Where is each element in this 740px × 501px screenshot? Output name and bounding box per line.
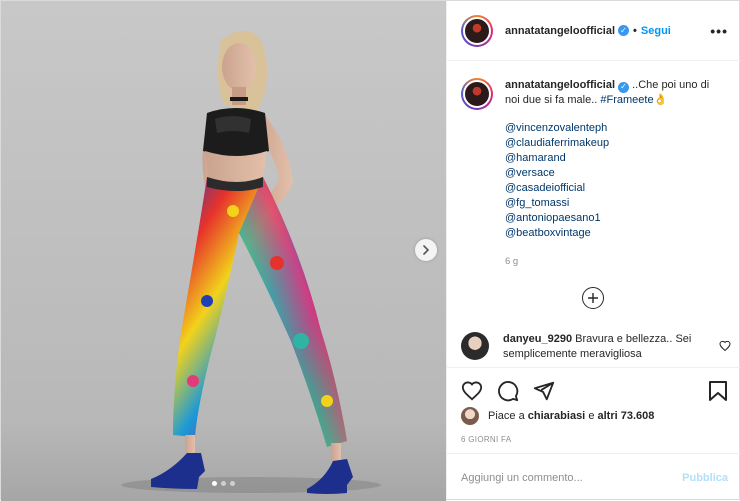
liker-avatar[interactable]	[461, 407, 479, 425]
post-header: annatatangeloofficial ✓ • Segui •••	[447, 1, 740, 61]
comments-scroll-area[interactable]: annatatangeloofficial ✓ ..Che poi uno di …	[447, 62, 740, 367]
save-button[interactable]	[708, 380, 728, 405]
likes-summary: Piace a chiarabiasi e altri 73.608	[461, 407, 654, 425]
mention-link[interactable]: @hamarand	[505, 151, 725, 166]
carousel-next-button[interactable]	[415, 239, 437, 261]
liker-username[interactable]: chiarabiasi	[528, 410, 585, 422]
chevron-right-icon	[423, 245, 430, 255]
caption-emoji: 👌	[653, 93, 668, 106]
caption: annatatangeloofficial ✓ ..Che poi uno di …	[461, 78, 731, 270]
comment-like-heart-icon[interactable]	[719, 340, 731, 352]
instagram-post: annatatangeloofficial ✓ • Segui ••• anna…	[0, 0, 740, 501]
header-separator: •	[633, 24, 637, 37]
mention-link[interactable]: @versace	[505, 166, 725, 181]
mention-link[interactable]: @fg_tomassi	[505, 196, 725, 211]
bookmark-icon	[709, 381, 727, 401]
carousel-dot	[212, 481, 217, 486]
heart-icon	[461, 381, 483, 401]
share-button[interactable]	[533, 380, 555, 402]
like-button[interactable]	[461, 380, 483, 402]
comment-bubble-icon	[498, 380, 519, 401]
mention-link[interactable]: @vincenzovalenteph	[505, 121, 725, 136]
likes-prefix: Piace a	[488, 410, 525, 422]
comment-body: danyeu_9290 Bravura e bellezza.. Sei sem…	[503, 332, 703, 362]
mention-link[interactable]: @beatboxvintage	[505, 226, 725, 241]
likes-middle: e	[588, 410, 595, 422]
post-media[interactable]	[1, 1, 446, 501]
mention-link[interactable]: @claudiaferrimakeup	[505, 136, 725, 151]
load-more-comments-button[interactable]	[582, 287, 604, 309]
verified-badge-icon: ✓	[618, 81, 630, 93]
profile-avatar[interactable]	[461, 14, 493, 47]
carousel-indicator	[1, 481, 446, 486]
mention-link[interactable]: @casadeiofficial	[505, 181, 725, 196]
verified-badge-icon: ✓	[618, 25, 630, 36]
post-date[interactable]: 6 GIORNI FA	[461, 435, 511, 444]
model-photo	[121, 30, 381, 494]
paper-plane-icon	[533, 381, 555, 400]
caption-avatar[interactable]	[461, 78, 493, 110]
post-side-panel: annatatangeloofficial ✓ • Segui ••• anna…	[446, 1, 740, 501]
header-username[interactable]: annatatangeloofficial	[505, 25, 615, 37]
comment-input[interactable]	[461, 471, 683, 484]
mention-link[interactable]: @antoniopaesano1	[505, 211, 725, 226]
likes-others-link[interactable]: altri 73.608	[598, 410, 655, 422]
avatar-image	[463, 16, 491, 45]
avatar-image	[463, 80, 491, 108]
caption-hashtag[interactable]: #Frameete	[600, 94, 653, 106]
carousel-dot	[221, 481, 226, 486]
caption-username[interactable]: annatatangeloofficial	[505, 79, 615, 91]
follow-button[interactable]: Segui	[641, 25, 671, 37]
commenter-avatar[interactable]	[461, 332, 489, 360]
caption-age[interactable]: 6 g	[505, 255, 725, 270]
comment-button[interactable]	[497, 380, 519, 402]
more-options-icon[interactable]: •••	[710, 23, 728, 39]
mention-list: @vincenzovalenteph @claudiaferrimakeup @ha…	[505, 121, 725, 241]
add-comment-bar: Pubblica	[447, 453, 740, 501]
caption-body: annatatangeloofficial ✓ ..Che poi uno di …	[505, 78, 725, 270]
comment-item: danyeu_9290 Bravura e bellezza.. Sei sem…	[461, 332, 731, 362]
publish-button[interactable]: Pubblica	[682, 472, 728, 484]
carousel-dot	[230, 481, 235, 486]
commenter-username[interactable]: danyeu_9290	[503, 333, 572, 345]
plus-circle-icon	[588, 293, 598, 303]
